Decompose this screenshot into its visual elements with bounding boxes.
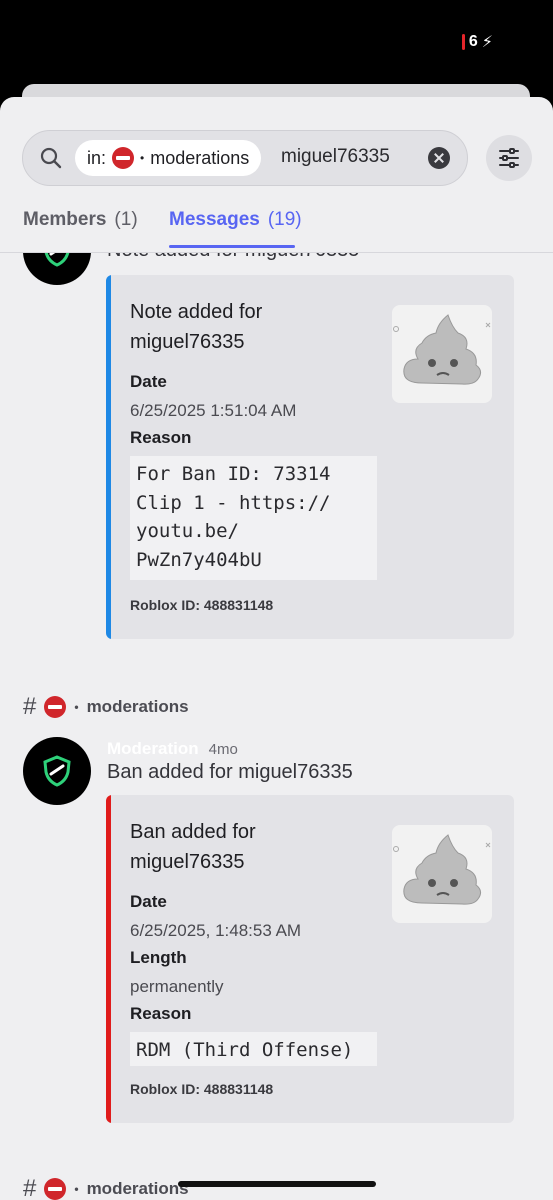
reason-code-block: For Ban ID: 73314 Clip 1 - https:// yout… xyxy=(130,456,377,580)
charging-bolt-icon: ⚡ xyxy=(481,34,493,51)
channel-name: moderations xyxy=(86,1179,189,1198)
poop-emoji-thumbnail[interactable] xyxy=(392,825,492,923)
clear-search-icon[interactable] xyxy=(428,147,450,169)
results-tabs: Members (1) Messages (19) xyxy=(0,197,553,253)
battery-indicator: 6 ⚡ xyxy=(461,32,493,52)
embed-accent-bar xyxy=(106,275,111,639)
search-icon xyxy=(40,147,62,169)
hashtag-icon: # xyxy=(23,693,37,720)
field-name: Reason xyxy=(130,428,192,447)
sliders-icon xyxy=(499,148,519,168)
separator-dot: • xyxy=(74,1182,79,1196)
home-indicator[interactable] xyxy=(178,1181,376,1187)
poop-emoji-thumbnail[interactable] xyxy=(392,305,492,403)
message-content: Note added for miguel76335 xyxy=(107,253,359,262)
avatar[interactable] xyxy=(23,737,91,805)
channel-header[interactable]: # • moderations xyxy=(23,693,189,721)
active-tab-indicator xyxy=(169,245,295,248)
message-meta: Moderation 4mo xyxy=(107,737,238,760)
field-value: permanently xyxy=(130,977,224,996)
author-name[interactable]: Moderation xyxy=(107,739,199,758)
search-row: in: • moderations miguel76335 xyxy=(22,130,532,186)
embed-footer: Roblox ID: 488831148 xyxy=(130,597,274,613)
tab-label: Messages xyxy=(169,209,260,230)
tab-members[interactable]: Members (1) xyxy=(23,209,138,231)
search-sheet: in: • moderations miguel76335 Members (1) xyxy=(0,97,553,1200)
filter-options-button[interactable] xyxy=(486,135,532,181)
field-value: 6/25/2025, 1:48:53 AM xyxy=(130,921,302,940)
field-name: Length xyxy=(130,948,187,967)
separator-dot: • xyxy=(140,151,145,165)
message-timestamp: 4mo xyxy=(208,741,238,758)
field-name: Reason xyxy=(130,1004,192,1023)
filter-prefix: in: xyxy=(87,147,107,168)
battery-low-icon xyxy=(461,34,465,50)
message-feed[interactable]: Note added for miguel76335 Note added fo… xyxy=(0,253,553,1200)
chip-channel-name: moderations xyxy=(150,147,250,168)
poop-icon xyxy=(393,834,491,905)
embed-title: Ban added for miguel76335 xyxy=(130,821,256,873)
embed-accent-bar xyxy=(106,795,111,1123)
no-entry-icon xyxy=(44,696,67,718)
separator-dot: • xyxy=(74,700,79,714)
message-content: Ban added for miguel76335 xyxy=(107,761,353,783)
reason-code-block: RDM (Third Offense) xyxy=(130,1032,377,1066)
field-name: Date xyxy=(130,892,167,911)
tab-label: Members xyxy=(23,209,107,230)
poop-icon xyxy=(393,314,491,385)
status-bar: 6 ⚡ xyxy=(0,0,553,80)
search-query-text: miguel76335 xyxy=(281,146,390,167)
channel-name: moderations xyxy=(86,697,189,716)
shield-icon xyxy=(43,755,71,787)
ban-embed: Ban added for miguel76335 Date 6/25/2025… xyxy=(106,795,514,1123)
shield-icon xyxy=(44,253,70,267)
note-embed: Note added for miguel76335 Date 6/25/202… xyxy=(106,275,514,639)
tab-messages[interactable]: Messages (19) xyxy=(169,209,302,231)
channel-filter-chip[interactable]: in: • moderations xyxy=(75,140,262,176)
battery-level: 6 xyxy=(468,33,478,50)
tab-count: (19) xyxy=(267,209,302,230)
no-entry-icon xyxy=(44,1178,67,1200)
avatar[interactable] xyxy=(23,253,91,285)
search-input[interactable]: in: • moderations miguel76335 xyxy=(22,130,468,186)
field-value: 6/25/2025 1:51:04 AM xyxy=(130,401,297,420)
tab-count: (1) xyxy=(114,209,138,230)
field-name: Date xyxy=(130,372,167,391)
no-entry-icon xyxy=(112,147,135,169)
hashtag-icon: # xyxy=(23,1175,37,1200)
embed-footer: Roblox ID: 488831148 xyxy=(130,1081,274,1097)
channel-header[interactable]: # • moderations xyxy=(23,1175,189,1200)
embed-title: Note added for miguel76335 xyxy=(130,301,263,353)
